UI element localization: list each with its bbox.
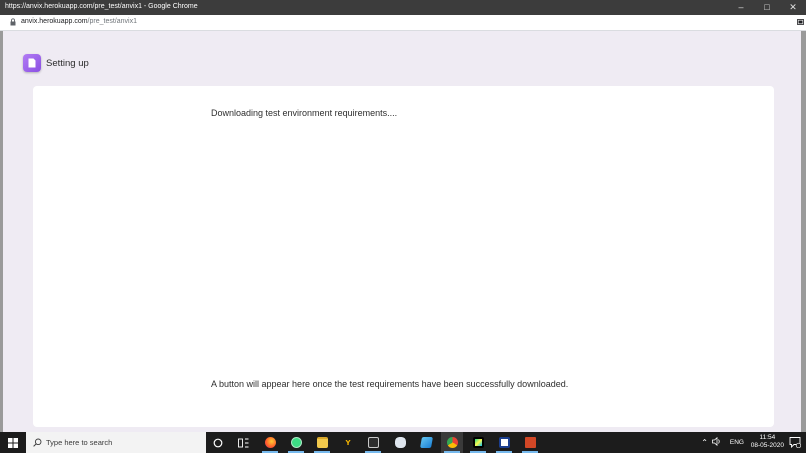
search-icon [33, 438, 42, 447]
page-viewport: Setting up Downloading test environment … [0, 31, 806, 432]
powerpoint-icon[interactable] [519, 432, 541, 453]
start-button[interactable] [0, 432, 26, 453]
setup-icon [23, 54, 41, 72]
search-placeholder: Type here to search [46, 438, 113, 447]
window-title: https://anvix.herokuapp.com/pre_test/anv… [5, 3, 198, 10]
cast-icon[interactable] [797, 18, 804, 26]
lock-icon [10, 18, 16, 26]
cloud-app-icon[interactable] [389, 432, 411, 453]
window-controls: – □ ✕ [728, 0, 806, 15]
android-studio-icon[interactable] [285, 432, 307, 453]
clock-date: 08-05-2020 [750, 442, 784, 449]
setup-card: Downloading test environment requirement… [33, 86, 774, 427]
url-host: anvix.herokuapp.com [21, 18, 88, 25]
taskbar-search-box[interactable]: Type here to search [26, 432, 206, 453]
download-status: Downloading test environment requirement… [211, 108, 398, 118]
blue-app-icon[interactable] [415, 432, 437, 453]
right-window-edge [801, 31, 806, 432]
cortana-icon[interactable] [207, 432, 229, 453]
chrome-icon[interactable] [441, 432, 463, 453]
document-icon [28, 58, 36, 68]
windows-icon [8, 437, 18, 448]
url-text[interactable]: anvix.herokuapp.com/pre_test/anvix1 [21, 18, 137, 25]
app-y-icon[interactable]: Y [337, 432, 359, 453]
taskbar: Type here to search Y ⌃ ENG 11:54 08-05-… [0, 432, 806, 453]
dark-app-icon[interactable] [493, 432, 515, 453]
clock[interactable]: 11:54 08-05-2020 [751, 434, 784, 450]
volume-icon[interactable] [712, 437, 722, 446]
clock-time: 11:54 [759, 434, 776, 441]
system-tray: ⌃ ENG 11:54 08-05-2020 [686, 432, 806, 453]
page-title: Setting up [46, 58, 89, 69]
terminal-icon[interactable] [362, 432, 384, 453]
address-bar[interactable]: anvix.herokuapp.com/pre_test/anvix1 [0, 15, 806, 31]
notification-icon[interactable] [789, 436, 801, 448]
file-explorer-icon[interactable] [311, 432, 333, 453]
task-view-icon[interactable] [232, 432, 254, 453]
firefox-icon[interactable] [259, 432, 281, 453]
button-placeholder-note: A button will appear here once the test … [211, 379, 569, 389]
browser-title-bar: https://anvix.herokuapp.com/pre_test/anv… [0, 0, 806, 15]
maximize-icon[interactable]: □ [754, 0, 780, 15]
pycharm-icon[interactable] [467, 432, 489, 453]
language-indicator[interactable]: ENG [730, 439, 744, 446]
minimize-icon[interactable]: – [728, 0, 754, 15]
left-window-edge [0, 31, 3, 432]
close-icon[interactable]: ✕ [780, 0, 806, 15]
chevron-up-icon[interactable]: ⌃ [701, 438, 708, 447]
url-path: /pre_test/anvix1 [87, 18, 137, 25]
